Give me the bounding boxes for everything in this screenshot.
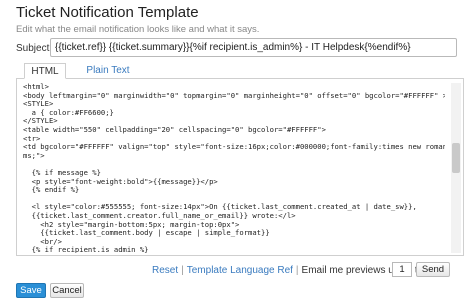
template-language-ref-link[interactable]: Template Language Ref <box>187 265 293 276</box>
tab-html[interactable]: HTML <box>24 63 66 79</box>
code-line: <p style="font-weight:bold">{{message}}<… <box>23 176 218 186</box>
template-code-editor[interactable]: <html> <body leftmargin="0" marginwidth="… <box>16 79 464 256</box>
separator: | <box>181 265 184 276</box>
send-button[interactable]: Send <box>416 262 450 277</box>
subject-input[interactable] <box>50 38 457 57</box>
code-content[interactable]: <html> <body leftmargin="0" marginwidth="… <box>23 83 445 253</box>
reset-link[interactable]: Reset <box>152 265 178 276</box>
editor-tabs: HTML Plain Text <box>16 63 464 79</box>
tab-plain-text[interactable]: Plain Text <box>78 63 138 79</box>
code-line: <body leftmargin="0" marginwidth="0" top… <box>23 90 445 100</box>
subject-label: Subject: <box>16 43 53 54</box>
code-line: {{ticket.last_comment.body | escape | si… <box>23 228 270 238</box>
ticket-number-input[interactable] <box>392 262 412 277</box>
code-line: a { color:#FF6600;} <box>23 107 114 117</box>
code-line: <table width="550" cellpadding="20" cell… <box>23 124 326 134</box>
code-line: ms;"> <box>23 150 45 160</box>
code-line: <td bgcolor="#FFFFFF" valign="top" style… <box>23 142 445 152</box>
page-title: Ticket Notification Template <box>16 4 199 21</box>
page-description: Edit what the email notification looks l… <box>16 24 260 35</box>
save-button[interactable]: Save <box>16 283 46 298</box>
separator: | <box>295 265 299 276</box>
cancel-button[interactable]: Cancel <box>50 283 84 298</box>
editor-scrollbar[interactable] <box>451 83 461 253</box>
scrollbar-thumb[interactable] <box>452 143 460 173</box>
code-line: {% endif %} <box>23 185 80 195</box>
code-line: {% if recipient.is_admin %} <box>23 245 149 253</box>
